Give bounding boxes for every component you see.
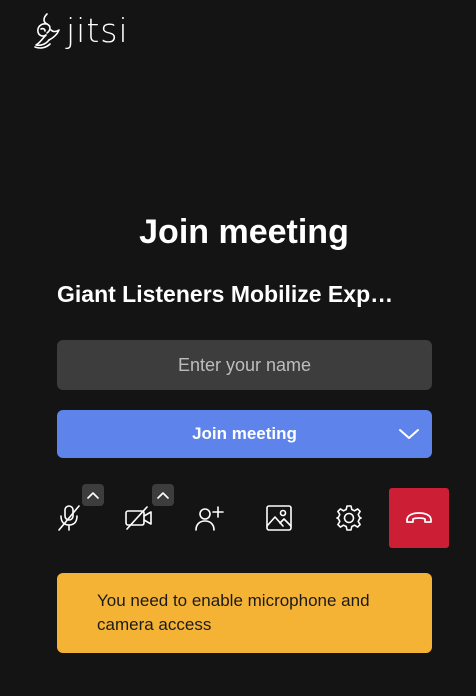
chevron-up-icon xyxy=(157,492,169,499)
permission-warning: You need to enable microphone and camera… xyxy=(57,573,432,653)
permission-warning-text: You need to enable microphone and camera… xyxy=(97,591,370,634)
camera-options-arrow[interactable] xyxy=(152,484,174,506)
name-input[interactable] xyxy=(57,340,432,390)
microphone-off-icon xyxy=(58,505,80,531)
logo-text: jitsi xyxy=(66,10,129,50)
meeting-name: Giant Listeners Mobilize Exp… xyxy=(57,281,394,307)
chevron-up-icon xyxy=(87,492,99,499)
invite-button[interactable] xyxy=(189,498,229,538)
prejoin-page: jitsi Join meeting Giant Listeners Mobil… xyxy=(0,0,476,696)
hangup-button[interactable] xyxy=(389,488,449,548)
image-icon xyxy=(266,505,292,531)
settings-button[interactable] xyxy=(329,498,369,538)
gear-icon xyxy=(336,505,362,531)
camera-off-icon xyxy=(125,506,152,530)
page-title: Join meeting xyxy=(139,213,349,251)
phone-hangup-icon xyxy=(406,512,432,523)
chevron-down-icon[interactable] xyxy=(398,424,420,444)
microphone-options-arrow[interactable] xyxy=(82,484,104,506)
add-person-icon xyxy=(195,506,224,531)
join-meeting-button[interactable]: Join meeting xyxy=(57,410,432,458)
background-button[interactable] xyxy=(259,498,299,538)
join-meeting-label: Join meeting xyxy=(192,424,297,443)
jitsi-bird-icon xyxy=(34,13,60,49)
jitsi-logo: jitsi xyxy=(32,10,129,52)
